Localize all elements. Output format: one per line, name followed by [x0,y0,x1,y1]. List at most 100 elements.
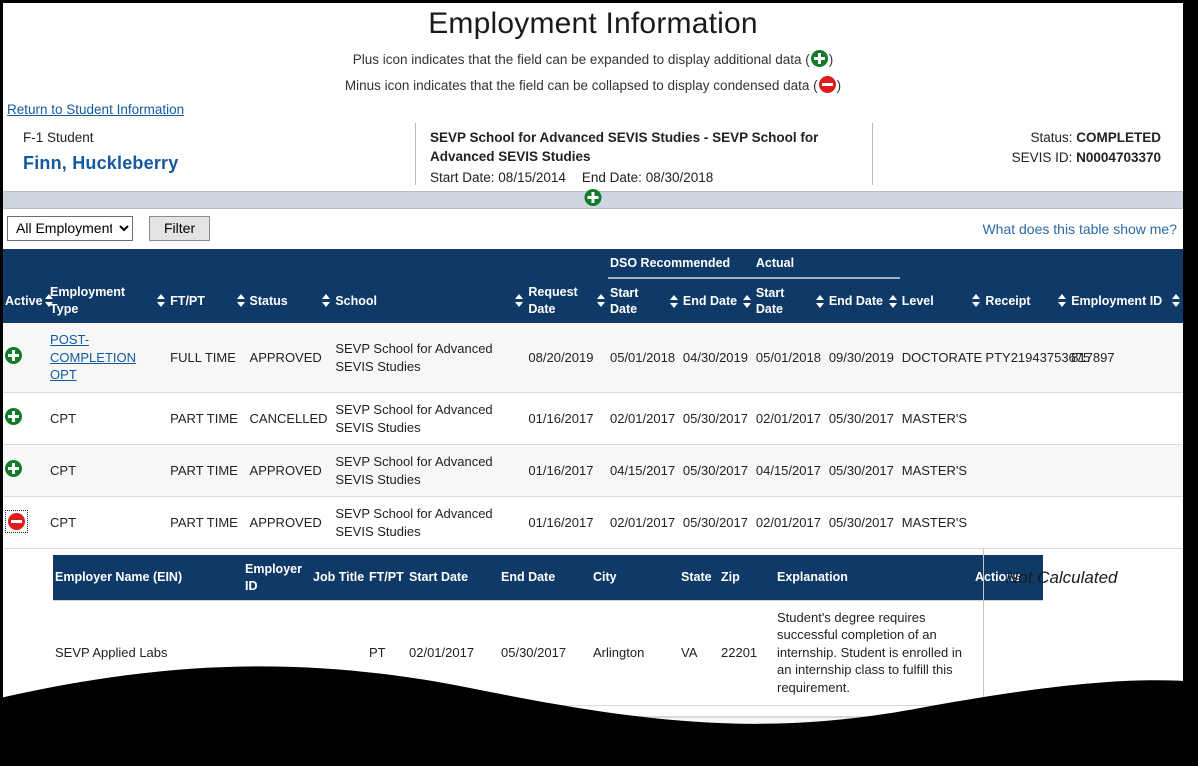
cell-employment-id: 817897 [1069,323,1183,394]
cell-actual-start: 02/01/2017 [753,496,827,550]
col-employment-type[interactable]: Employment Type [48,277,169,324]
cell-employment-id [1069,392,1183,446]
start-date-label: Start Date: [430,169,495,185]
status-value: COMPLETED [1076,129,1161,145]
school-block: SEVP School for Advanced SEVIS Studies -… [415,122,873,185]
expand-row-toggle[interactable] [5,732,22,752]
col-label: Start Date [755,285,785,317]
detail-col-explanation: Explanation [775,555,973,601]
column-header-row: Active Employment Type FT/PT Status Scho… [3,277,1183,324]
sort-icon[interactable] [44,293,54,308]
detail-cell-zip: 22201 [719,600,775,706]
detail-col-employer-id: Employer ID [243,555,311,601]
expand-summary-strip[interactable] [3,188,1183,211]
col-label: Active [5,293,43,308]
row-toggle-cell[interactable] [3,496,49,550]
sort-icon[interactable] [1172,293,1181,308]
sort-icon[interactable] [157,293,166,308]
col-receipt[interactable]: Receipt [983,277,1070,324]
detail-cell-employer-name: SEVP Applied Labs [53,600,243,706]
program-dates: Start Date: 08/15/2014 End Date: 08/30/20… [430,170,860,185]
filter-button[interactable]: Filter [149,215,211,241]
row-toggle-cell[interactable] [3,444,49,498]
table-row: POST-COMPLETION OPT FULL TIME APPROVED SEVP… [3,323,1183,394]
expand-row-toggle[interactable] [5,459,22,480]
cell-level: MASTER'S [899,444,984,498]
sevis-id-row: SEVIS ID: N0004703370 [873,148,1161,169]
student-summary-bar: F-1 Student Finn, Huckleberry SEVP Schoo… [3,122,1183,191]
employment-type-link[interactable]: POST-COMPLETION OPT [50,332,136,382]
table-help-link[interactable]: What does this table show me? [982,221,1177,237]
cell-actual-end: 05/30/2017 [826,444,900,498]
cell-status: CANCELLED [247,717,334,766]
cell-level: MASTER'S [899,717,984,766]
cell-actual-start: 02/01/2017 [753,392,827,446]
col-actual-end-date[interactable]: End Date [826,277,900,324]
legend-minus-row: Minus icon indicates that the field can … [3,73,1183,99]
cell-employment-type: CPT [48,496,169,550]
sort-icon[interactable] [596,293,606,308]
cell-ftpt: PART TIME [168,717,248,766]
detail-col-job-title: Job Title [311,555,367,601]
plus-icon [810,50,828,67]
expand-row-toggle[interactable] [5,346,22,367]
cell-level: MASTER'S [899,392,984,446]
employment-type-select[interactable]: All EmploymentCPTOPTPost-Completion OPTP… [7,215,133,241]
row-toggle-cell[interactable] [3,717,49,766]
cell-ftpt: FULL TIME [168,323,248,394]
cell-actual-start: 02/01/2017 [753,717,827,766]
cell-ftpt: PART TIME [168,392,248,446]
sort-icon[interactable] [515,293,524,308]
row-toggle-cell[interactable] [3,392,49,446]
col-dso-start-date[interactable]: Start Date [607,277,681,324]
row-toggle-cell[interactable] [3,323,49,394]
col-actual-start-date[interactable]: Start Date [753,277,827,324]
col-active[interactable]: Active [3,277,53,324]
col-dso-end-date[interactable]: End Date [680,277,754,324]
detail-cell-ftpt: PT [367,600,407,706]
sort-icon[interactable] [742,294,752,309]
cell-status: APPROVED [247,323,334,394]
collapse-row-toggle[interactable] [5,510,28,534]
cell-actual-end: 03/30/2017 [826,717,900,766]
cell-status: CANCELLED [247,392,334,446]
legend-minus-close: ) [836,78,842,94]
page-content: Employment Information Plus icon indicat… [3,3,1183,766]
plus-icon [584,188,602,206]
col-label: Receipt [985,293,1031,308]
sort-icon[interactable] [236,293,246,308]
cell-dso-start: 02/01/2017 [607,496,681,550]
col-employment-id[interactable]: Employment ID [1069,277,1183,324]
col-status[interactable]: Status [247,277,334,324]
cell-ftpt: PART TIME [168,496,248,550]
col-school[interactable]: School [333,277,527,324]
detail-col-end-date: End Date [499,555,591,601]
sort-icon[interactable] [815,294,825,309]
sort-icon[interactable] [1058,293,1067,308]
detail-col-city: City [591,555,679,601]
cell-employment-id [1069,496,1183,550]
detail-col-start-date: Start Date [407,555,499,601]
cell-status: APPROVED [247,444,334,498]
sort-icon[interactable] [888,294,898,309]
col-level[interactable]: Level [899,277,984,324]
detail-cell-start-date: 02/01/2017 [407,600,499,706]
sort-icon[interactable] [322,293,331,308]
expand-row-toggle[interactable] [5,407,22,428]
expand-summary-toggle[interactable] [584,188,602,211]
cell-employment-type[interactable]: POST-COMPLETION OPT [48,323,169,394]
return-to-student-information-link[interactable]: Return to Student Information [3,100,184,119]
sort-icon[interactable] [669,294,679,309]
cell-request-date: 01/16/2017 [526,717,608,766]
cell-dso-start: 05/01/2018 [607,323,681,394]
col-request-date[interactable]: Request Date [526,277,608,324]
group-dso-recommended: DSO Recommended [607,248,754,279]
minus-icon [8,513,25,531]
cell-receipt [983,717,1070,766]
col-ftpt[interactable]: FT/PT [168,277,248,324]
legend-minus-text: Minus icon indicates that the field can … [344,78,818,94]
cell-request-date: 01/16/2017 [526,392,608,446]
detail-row: Employer Name (EIN) Employer ID Job Title F… [3,548,1183,718]
sort-icon[interactable] [972,293,981,308]
plus-icon [5,459,22,477]
